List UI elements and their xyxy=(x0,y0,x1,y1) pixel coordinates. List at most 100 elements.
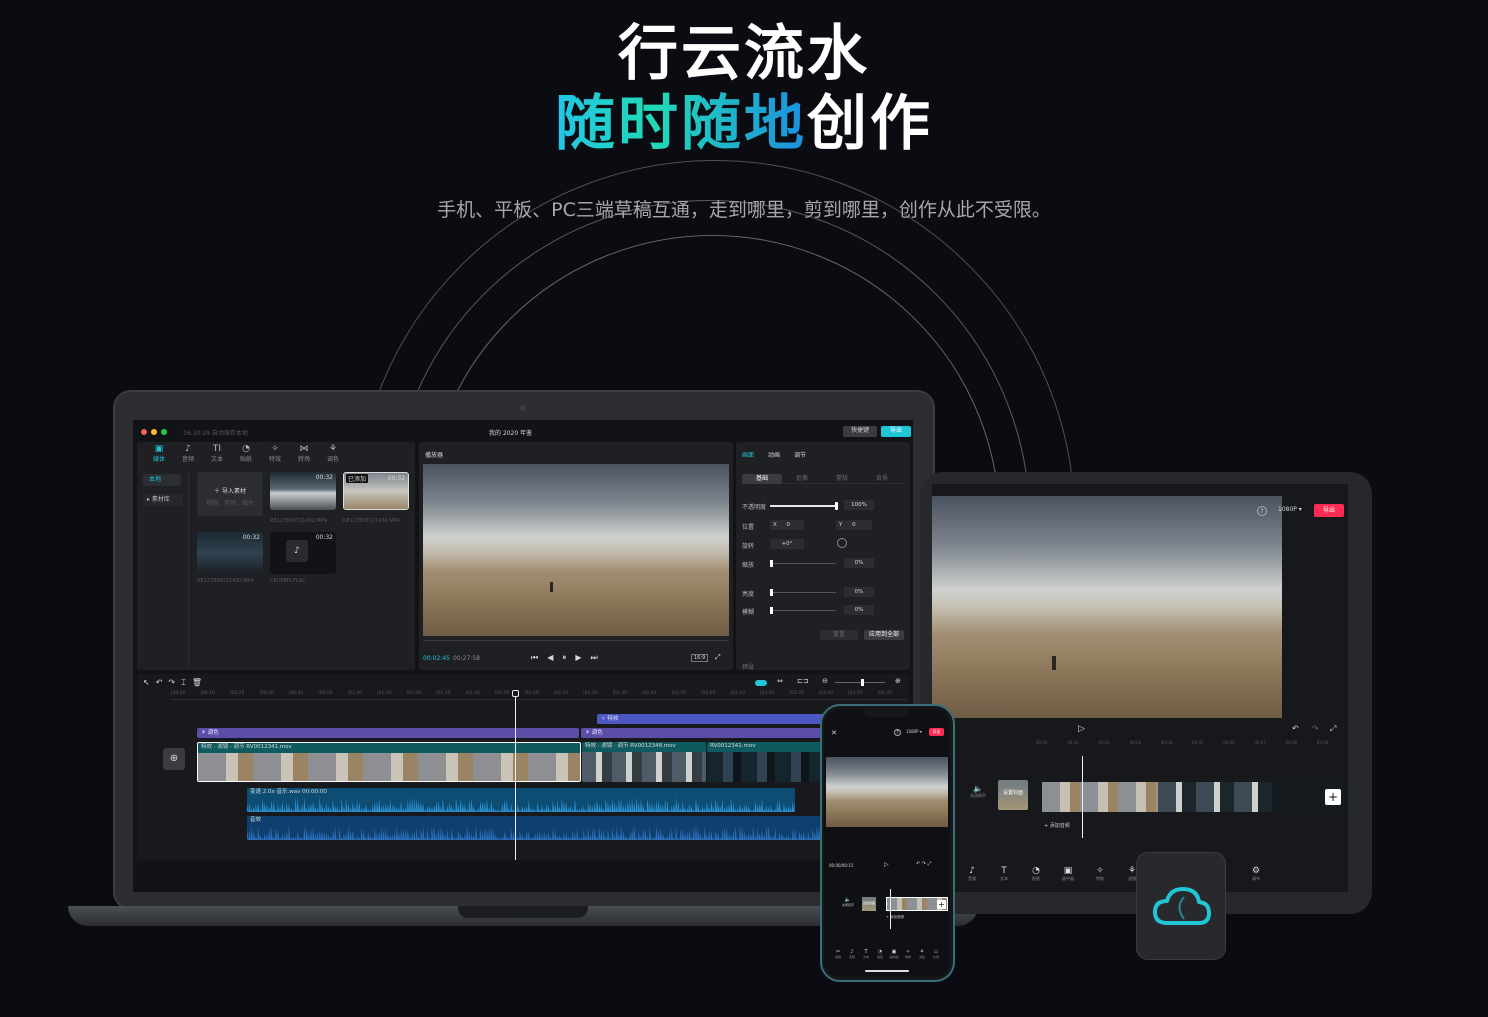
tablet-tool-effects[interactable]: ✧ 特效 xyxy=(1090,866,1110,882)
phone-help-icon[interactable]: ? xyxy=(894,729,901,736)
fullscreen-icon[interactable]: ⤢ xyxy=(715,653,721,662)
minimize-dot[interactable] xyxy=(151,429,157,435)
tab-text[interactable]: TI 文本 xyxy=(207,444,227,463)
help-icon[interactable]: ? xyxy=(1257,506,1267,516)
scale-slider[interactable] xyxy=(770,560,836,567)
tablet-resolution-select[interactable]: 1080P ▾ xyxy=(1278,506,1302,513)
step-forward-icon[interactable]: ▶ xyxy=(575,653,590,662)
position-x-field[interactable]: X 0 xyxy=(770,520,804,530)
snap-toggle[interactable] xyxy=(755,680,767,686)
subtab-background[interactable]: 背景 xyxy=(862,474,902,484)
subtab-cutout[interactable]: 抠像 xyxy=(782,474,822,484)
playhead[interactable] xyxy=(512,690,519,860)
tablet-undo-icon[interactable]: ↶ xyxy=(1292,724,1299,733)
rotation-field[interactable]: +0° xyxy=(770,539,804,549)
export-button[interactable]: 导出 xyxy=(881,426,911,437)
aspect-ratio-button[interactable]: 16:9 xyxy=(691,654,709,662)
color-track-1[interactable]: ⚘ 调色 xyxy=(197,728,579,738)
zoom-slider[interactable] xyxy=(835,679,885,686)
tablet-tool-pip[interactable]: ▣ 画中画 xyxy=(1058,866,1078,882)
tablet-cover-button[interactable]: 设置封面 xyxy=(998,780,1028,810)
tab-transition[interactable]: ⋈ 转场 xyxy=(294,444,314,463)
close-dot[interactable] xyxy=(141,429,147,435)
timeline-ruler[interactable]: |00:00 |00:10 |00:20 |00:30 |00:40 |00:50 |01:… xyxy=(171,690,907,700)
media-clip-3[interactable]: 00:32 xyxy=(197,532,263,574)
tablet-video-strip[interactable] xyxy=(1042,782,1348,812)
phone-tool-ratio[interactable]: ▭ 比例 xyxy=(930,949,942,959)
tab-media[interactable]: ▣ 媒体 xyxy=(149,444,169,463)
tablet-tool-adjust[interactable]: ⚙ 调节 xyxy=(1246,866,1266,882)
player-scrubber[interactable] xyxy=(423,640,729,644)
tablet-play-icon[interactable]: ▷ xyxy=(1078,724,1085,734)
phone-playhead[interactable] xyxy=(890,889,891,929)
subtab-mask[interactable]: 蒙版 xyxy=(822,474,862,484)
tab-color[interactable]: ⚘ 调色 xyxy=(323,444,343,463)
preview-axis-icon[interactable]: ⊏⊐ xyxy=(797,677,809,685)
shortcut-button[interactable]: 快捷键 xyxy=(843,426,877,437)
audio-track-sfx[interactable]: 音效 xyxy=(247,816,911,840)
subtab-basic[interactable]: 基础 xyxy=(742,474,782,484)
skip-back-icon[interactable]: ⏮ xyxy=(531,653,547,662)
zoom-in-icon[interactable]: ⊕ xyxy=(895,677,901,685)
reset-button[interactable]: 重置 xyxy=(820,630,858,640)
video-clip-2[interactable]: 特效 · 滤镜 · 调节 RV0012348.mov xyxy=(582,742,706,782)
phone-add-clip-button[interactable]: + xyxy=(937,900,946,909)
brightness-slider[interactable] xyxy=(770,589,836,596)
tab-sticker[interactable]: ◔ 贴纸 xyxy=(236,444,256,463)
tablet-playhead[interactable] xyxy=(1082,756,1083,838)
sidebar-item-library[interactable]: ▸ 素材库 xyxy=(143,494,183,506)
brightness-value[interactable]: 0% xyxy=(844,587,874,597)
tablet-redo-icon[interactable]: ↷ xyxy=(1312,724,1319,733)
phone-tool-cut[interactable]: ✂ 剪辑 xyxy=(832,949,844,959)
phone-cover-button[interactable]: 设置封面 xyxy=(862,897,876,911)
tablet-add-clip-button[interactable]: + xyxy=(1325,789,1341,805)
split-icon[interactable]: ⌶ xyxy=(181,678,192,687)
add-track-button[interactable]: ⊕ xyxy=(163,748,185,770)
undo-icon[interactable]: ↶ xyxy=(156,678,169,687)
tablet-fullscreen-icon[interactable]: ⤢ xyxy=(1330,724,1336,734)
phone-resolution-select[interactable]: 1080P ▾ xyxy=(906,729,922,734)
rotation-dial-icon[interactable] xyxy=(837,538,847,548)
tab-animation[interactable]: 动画 xyxy=(768,450,780,459)
tablet-export-button[interactable]: 导出 xyxy=(1314,504,1344,517)
tablet-tool-text[interactable]: T 文本 xyxy=(994,866,1014,882)
tab-canvas[interactable]: 画面 xyxy=(742,450,754,459)
tab-audio[interactable]: ♪ 音频 xyxy=(178,444,198,463)
tablet-mute-toggle[interactable]: 🔈 关闭原声 xyxy=(970,784,986,799)
audio-track-music[interactable]: 变速 2.0x 音乐.wav 00:00:00 xyxy=(247,788,795,812)
main-video-clip[interactable]: 特效 · 滤镜 · 调节 RV0012341.mov xyxy=(197,742,581,782)
phone-play-icon[interactable]: ▷ xyxy=(884,861,889,868)
phone-tool-pip[interactable]: ▣ 画中画 xyxy=(888,949,900,959)
tablet-add-audio[interactable]: + 添加音频 xyxy=(1044,822,1070,829)
media-clip-4-audio[interactable]: 00:32 ♪ xyxy=(270,532,336,574)
media-clip-2[interactable]: 已添加 00:32 xyxy=(343,472,409,510)
blur-value[interactable]: 0% xyxy=(844,605,874,615)
phone-tool-filter[interactable]: ⚘ 滤镜 xyxy=(916,949,928,959)
apply-to-all-button[interactable]: 应用到全部 xyxy=(864,630,904,640)
opacity-slider[interactable] xyxy=(770,502,838,510)
media-clip-1[interactable]: 00:32 xyxy=(270,472,336,510)
maximize-dot[interactable] xyxy=(161,429,167,435)
pause-icon[interactable]: ⏸ xyxy=(562,653,575,662)
zoom-out-icon[interactable]: ⊖ xyxy=(822,677,828,685)
delete-icon[interactable]: 🗑 xyxy=(192,678,208,687)
phone-close-icon[interactable]: ✕ xyxy=(831,729,837,737)
phone-add-audio[interactable]: + 添加音频 xyxy=(886,915,904,920)
blur-slider[interactable] xyxy=(770,607,836,614)
tab-effects[interactable]: ✧ 特效 xyxy=(265,444,285,463)
tablet-tool-audio[interactable]: ♪ 音频 xyxy=(962,866,982,882)
phone-undo-icon[interactable]: ↶ ↷ ⤢ xyxy=(916,861,932,867)
tab-adjust[interactable]: 调节 xyxy=(794,450,806,459)
phone-tool-audio[interactable]: ♪ 音频 xyxy=(846,949,858,959)
select-tool-icon[interactable]: ↖ xyxy=(143,678,156,687)
step-back-icon[interactable]: ◀ xyxy=(547,653,562,662)
phone-mute-toggle[interactable]: 🔈 关闭原声 xyxy=(842,897,854,907)
phone-tool-text[interactable]: T 文本 xyxy=(860,949,872,959)
position-y-field[interactable]: Y 0 xyxy=(836,520,872,530)
opacity-value[interactable]: 100% xyxy=(844,500,874,510)
sidebar-item-local[interactable]: 本地 xyxy=(143,474,181,486)
skip-forward-icon[interactable]: ⏭ xyxy=(591,653,607,662)
redo-icon[interactable]: ↷ xyxy=(168,678,181,687)
phone-tool-effects[interactable]: ✧ 特效 xyxy=(902,949,914,959)
tablet-tool-sticker[interactable]: ◔ 贴纸 xyxy=(1026,866,1046,882)
